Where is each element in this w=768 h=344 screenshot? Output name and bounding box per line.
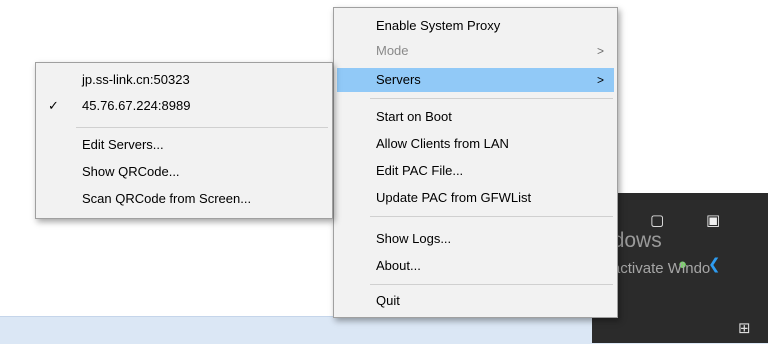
menu-item-servers[interactable]: Servers > [337,68,614,92]
checkmark-icon: ✓ [48,98,59,113]
menu-item-label: Show QRCode... [82,164,180,179]
menu-separator [370,216,613,217]
menu-item-scan-qrcode-from-screen[interactable]: Scan QRCode from Screen... [39,187,329,211]
menu-item-about[interactable]: About... [337,254,614,278]
server-label: jp.ss-link.cn:50323 [82,72,190,87]
settings-icon[interactable]: ▣ [706,213,720,228]
menu-item-show-qrcode[interactable]: Show QRCode... [39,160,329,184]
server-item-jp-ss-link[interactable]: jp.ss-link.cn:50323 [39,68,329,92]
menu-item-update-pac-from-gfwlist[interactable]: Update PAC from GFWList [337,186,614,210]
wechat-icon[interactable]: ● [678,257,687,272]
server-item-45-76-67-224[interactable]: ✓ 45.76.67.224:8989 [39,94,329,118]
chevron-right-icon: > [596,44,604,58]
menu-item-label: Servers [376,72,421,87]
menu-item-label: Allow Clients from LAN [376,136,509,151]
menu-item-label: Edit Servers... [82,137,164,152]
menu-separator [370,98,613,99]
menu-item-show-logs[interactable]: Show Logs... [337,227,614,251]
menu-separator [370,284,613,285]
menu-item-label: Start on Boot [376,109,452,124]
servers-submenu: jp.ss-link.cn:50323 ✓ 45.76.67.224:8989 … [35,62,333,219]
menu-item-label: Enable System Proxy [376,18,501,33]
menu-item-label: Scan QRCode from Screen... [82,191,252,206]
menu-item-label: Quit [376,293,400,308]
menu-item-edit-servers[interactable]: Edit Servers... [39,133,329,157]
taskbar-tray-area: ⊞ [592,316,768,343]
chevron-right-icon: > [596,73,604,87]
menu-item-label: Mode [376,43,409,58]
menu-item-label: About... [376,258,421,273]
tray-overflow-panel: ▢ ▣ ● ❮ [592,193,768,317]
menu-item-label: Show Logs... [376,231,452,246]
tray-context-menu: Enable System Proxy Mode > Servers > Sta… [333,7,618,318]
menu-item-enable-system-proxy[interactable]: Enable System Proxy [337,14,614,38]
app-tray-icon[interactable]: ❮ [708,257,721,272]
menu-item-mode[interactable]: Mode > [337,39,614,63]
menu-separator [76,127,328,128]
menu-item-label: Edit PAC File... [376,163,464,178]
menu-item-allow-clients-from-lan[interactable]: Allow Clients from LAN [337,132,614,156]
menu-item-label: Update PAC from GFWList [376,190,532,205]
menu-item-start-on-boot[interactable]: Start on Boot [337,105,614,129]
network-icon[interactable]: ▢ [650,213,664,228]
menu-item-quit[interactable]: Quit [337,289,614,313]
server-label: 45.76.67.224:8989 [82,98,191,113]
menu-item-edit-pac-file[interactable]: Edit PAC File... [337,159,614,183]
tray-expand-icon[interactable]: ⊞ [738,321,751,336]
